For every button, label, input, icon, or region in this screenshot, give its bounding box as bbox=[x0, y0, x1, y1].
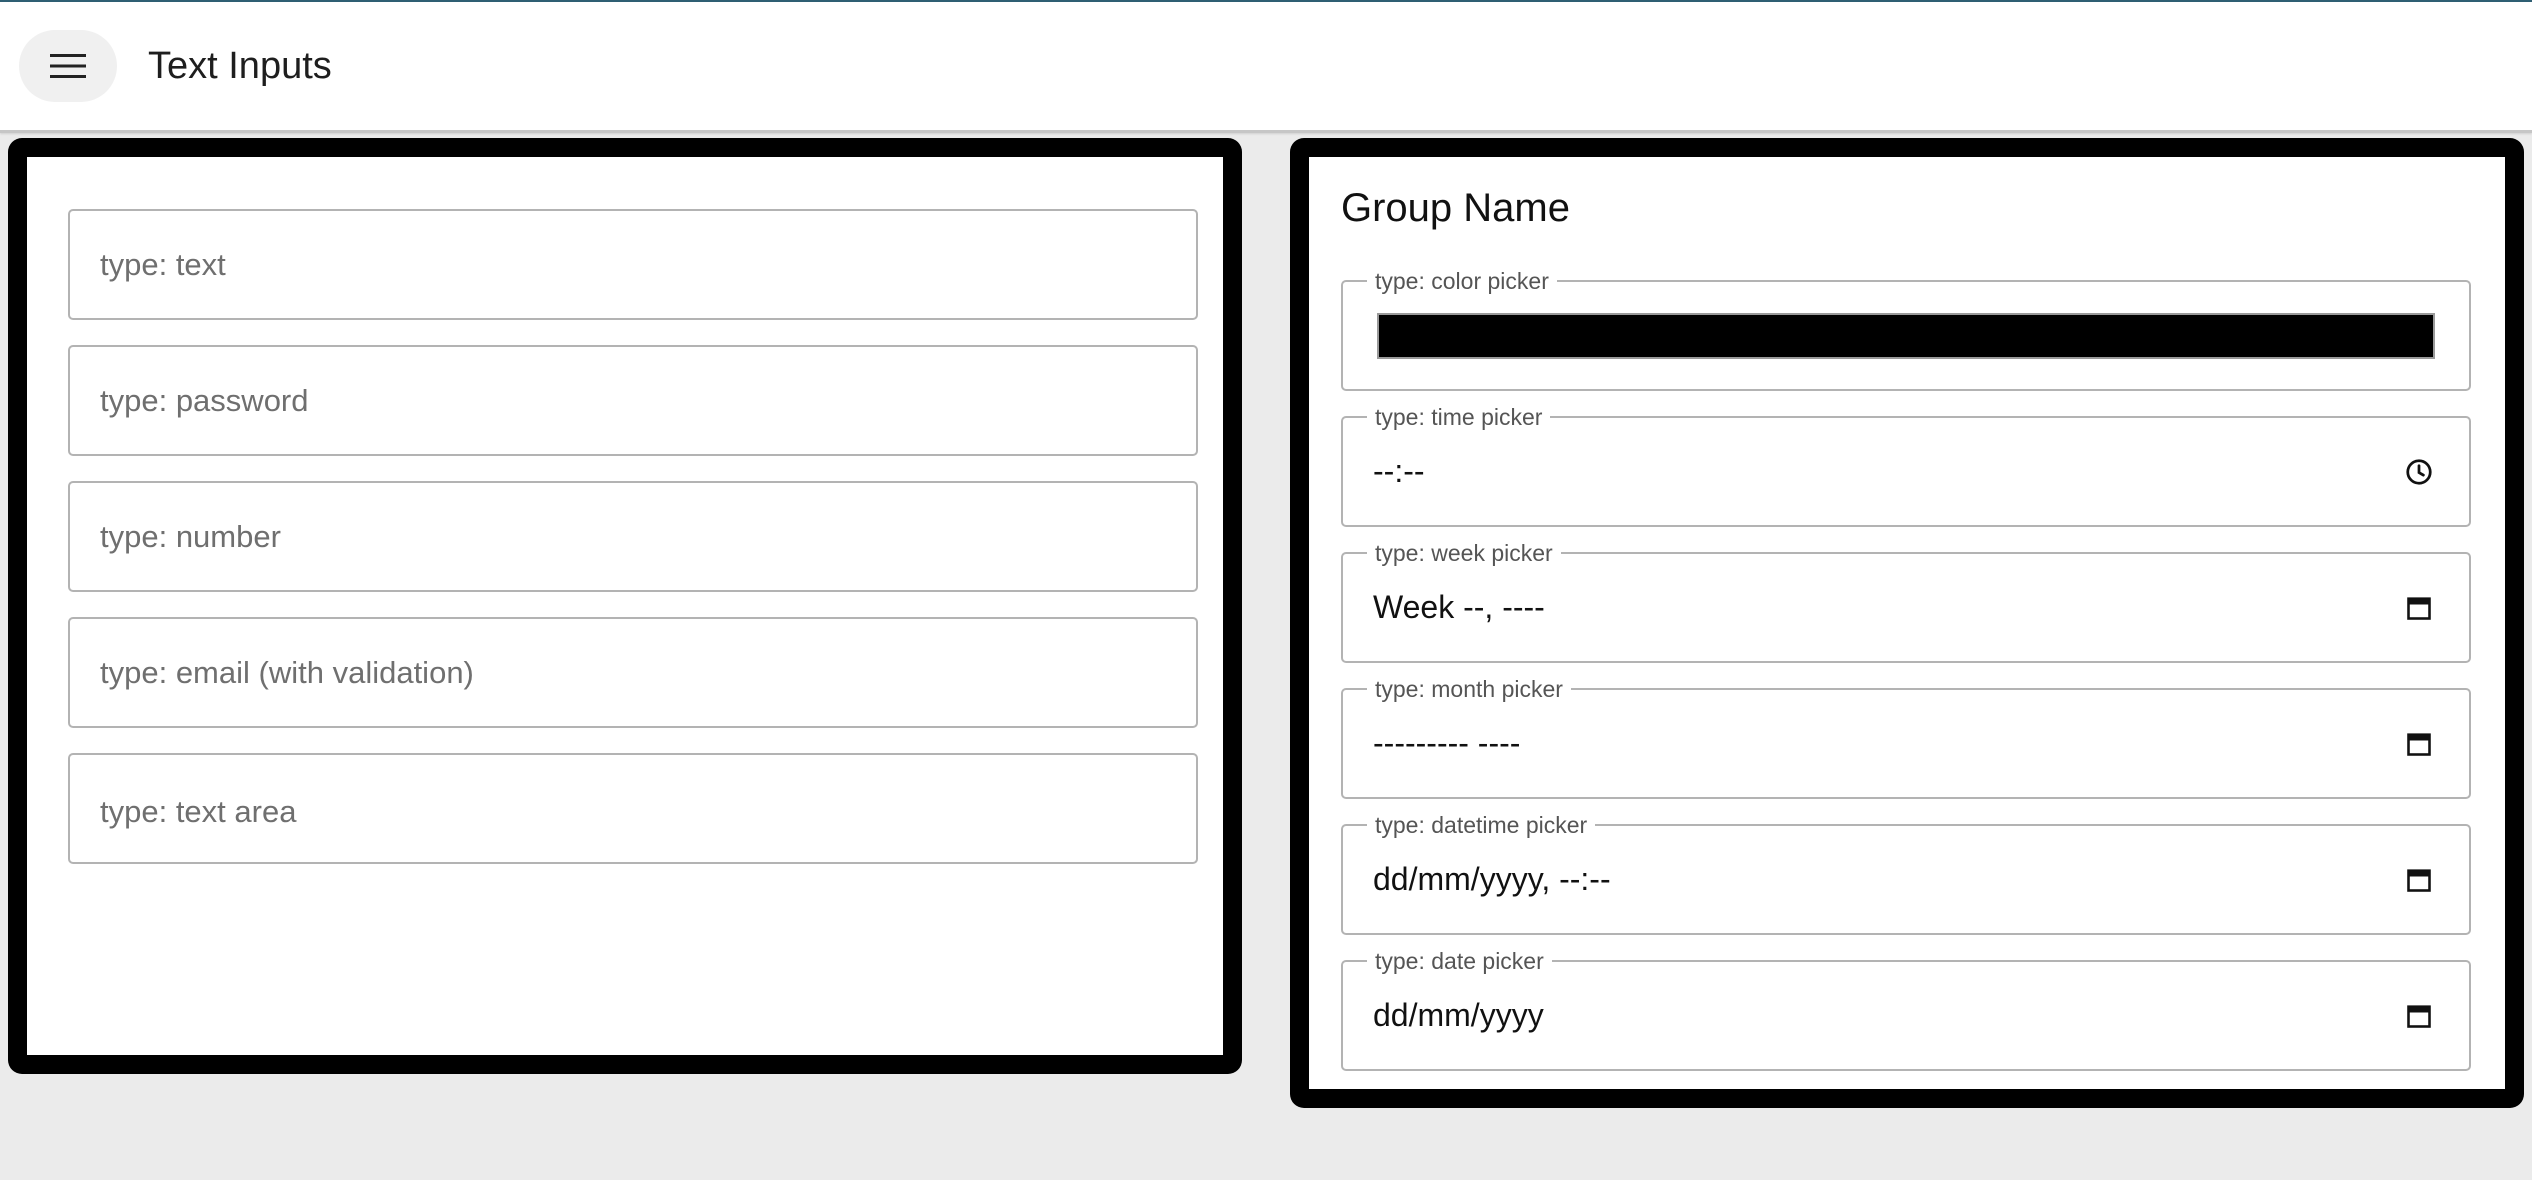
hamburger-menu-icon bbox=[50, 54, 86, 78]
text-area[interactable]: type: text area bbox=[68, 753, 1198, 864]
text-input[interactable]: type: text bbox=[68, 209, 1198, 320]
clock-icon[interactable] bbox=[2403, 456, 2435, 488]
email-input-placeholder: type: email (with validation) bbox=[100, 655, 474, 690]
page-title: Text Inputs bbox=[148, 45, 332, 87]
color-swatch[interactable] bbox=[1377, 313, 2435, 359]
datetime-picker-value: dd/mm/yyyy, --:-- bbox=[1373, 861, 1611, 897]
number-input[interactable]: type: number bbox=[68, 481, 1198, 592]
calendar-icon[interactable] bbox=[2403, 1000, 2435, 1032]
week-picker-field[interactable]: type: week picker Week --, ---- bbox=[1341, 540, 2471, 663]
date-picker-field[interactable]: type: date picker dd/mm/yyyy bbox=[1341, 948, 2471, 1071]
email-input[interactable]: type: email (with validation) bbox=[68, 617, 1198, 728]
text-area-placeholder: type: text area bbox=[100, 794, 297, 829]
picker-inputs-card: Group Name type: color picker type: time… bbox=[1290, 138, 2524, 1108]
password-input-placeholder: type: password bbox=[100, 383, 309, 418]
time-picker-field[interactable]: type: time picker --:-- bbox=[1341, 404, 2471, 527]
calendar-icon[interactable] bbox=[2403, 864, 2435, 896]
text-inputs-card: type: text type: password type: number t… bbox=[8, 138, 1242, 1074]
calendar-icon[interactable] bbox=[2403, 728, 2435, 760]
group-title: Group Name bbox=[1341, 186, 1570, 230]
number-input-placeholder: type: number bbox=[100, 519, 281, 554]
week-picker-value: Week --, ---- bbox=[1373, 589, 1545, 625]
password-input[interactable]: type: password bbox=[68, 345, 1198, 456]
month-picker-field[interactable]: type: month picker --------- ---- bbox=[1341, 676, 2471, 799]
color-picker-label: type: color picker bbox=[1367, 268, 1557, 294]
text-input-placeholder: type: text bbox=[100, 247, 226, 282]
datetime-picker-field[interactable]: type: datetime picker dd/mm/yyyy, --:-- bbox=[1341, 812, 2471, 935]
time-picker-value: --:-- bbox=[1373, 453, 1425, 489]
color-picker-field[interactable]: type: color picker bbox=[1341, 268, 2471, 391]
app-bar: Text Inputs bbox=[0, 2, 2532, 133]
calendar-icon[interactable] bbox=[2403, 592, 2435, 624]
month-picker-value: --------- ---- bbox=[1373, 725, 1521, 761]
date-picker-value: dd/mm/yyyy bbox=[1373, 997, 1544, 1033]
menu-button[interactable] bbox=[19, 30, 117, 102]
